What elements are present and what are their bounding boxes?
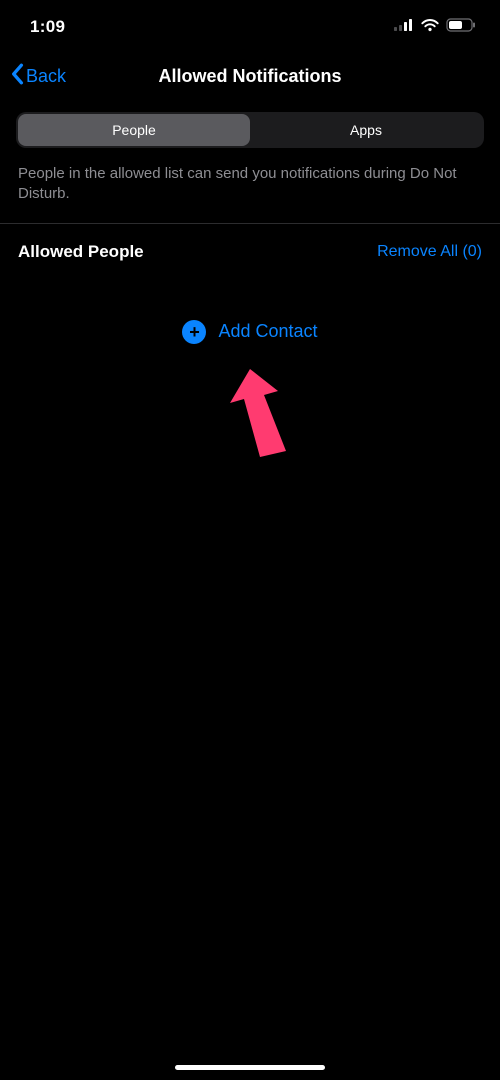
chevron-left-icon <box>10 63 24 90</box>
annotation-arrow <box>220 365 310 490</box>
remove-all-button[interactable]: Remove All (0) <box>377 243 482 261</box>
allowed-people-header: Allowed People Remove All (0) <box>0 224 500 262</box>
segmented-control: People Apps <box>16 112 484 148</box>
add-contact-label: Add Contact <box>218 321 317 342</box>
status-time: 1:09 <box>30 17 65 37</box>
cellular-icon <box>394 18 414 36</box>
status-indicators <box>394 18 476 37</box>
section-description: People in the allowed list can send you … <box>18 164 482 205</box>
wifi-icon <box>420 18 440 37</box>
add-contact-button[interactable]: + Add Contact <box>182 320 317 344</box>
back-button[interactable]: Back <box>10 63 66 90</box>
tab-people[interactable]: People <box>18 114 250 146</box>
page-title: Allowed Notifications <box>0 66 500 87</box>
home-indicator[interactable] <box>175 1065 325 1070</box>
tab-apps[interactable]: Apps <box>250 114 482 146</box>
nav-bar: Back Allowed Notifications <box>0 54 500 98</box>
back-label: Back <box>26 66 66 87</box>
section-title: Allowed People <box>18 242 144 262</box>
status-bar: 1:09 <box>0 0 500 54</box>
plus-icon: + <box>182 320 206 344</box>
battery-icon <box>446 18 476 37</box>
